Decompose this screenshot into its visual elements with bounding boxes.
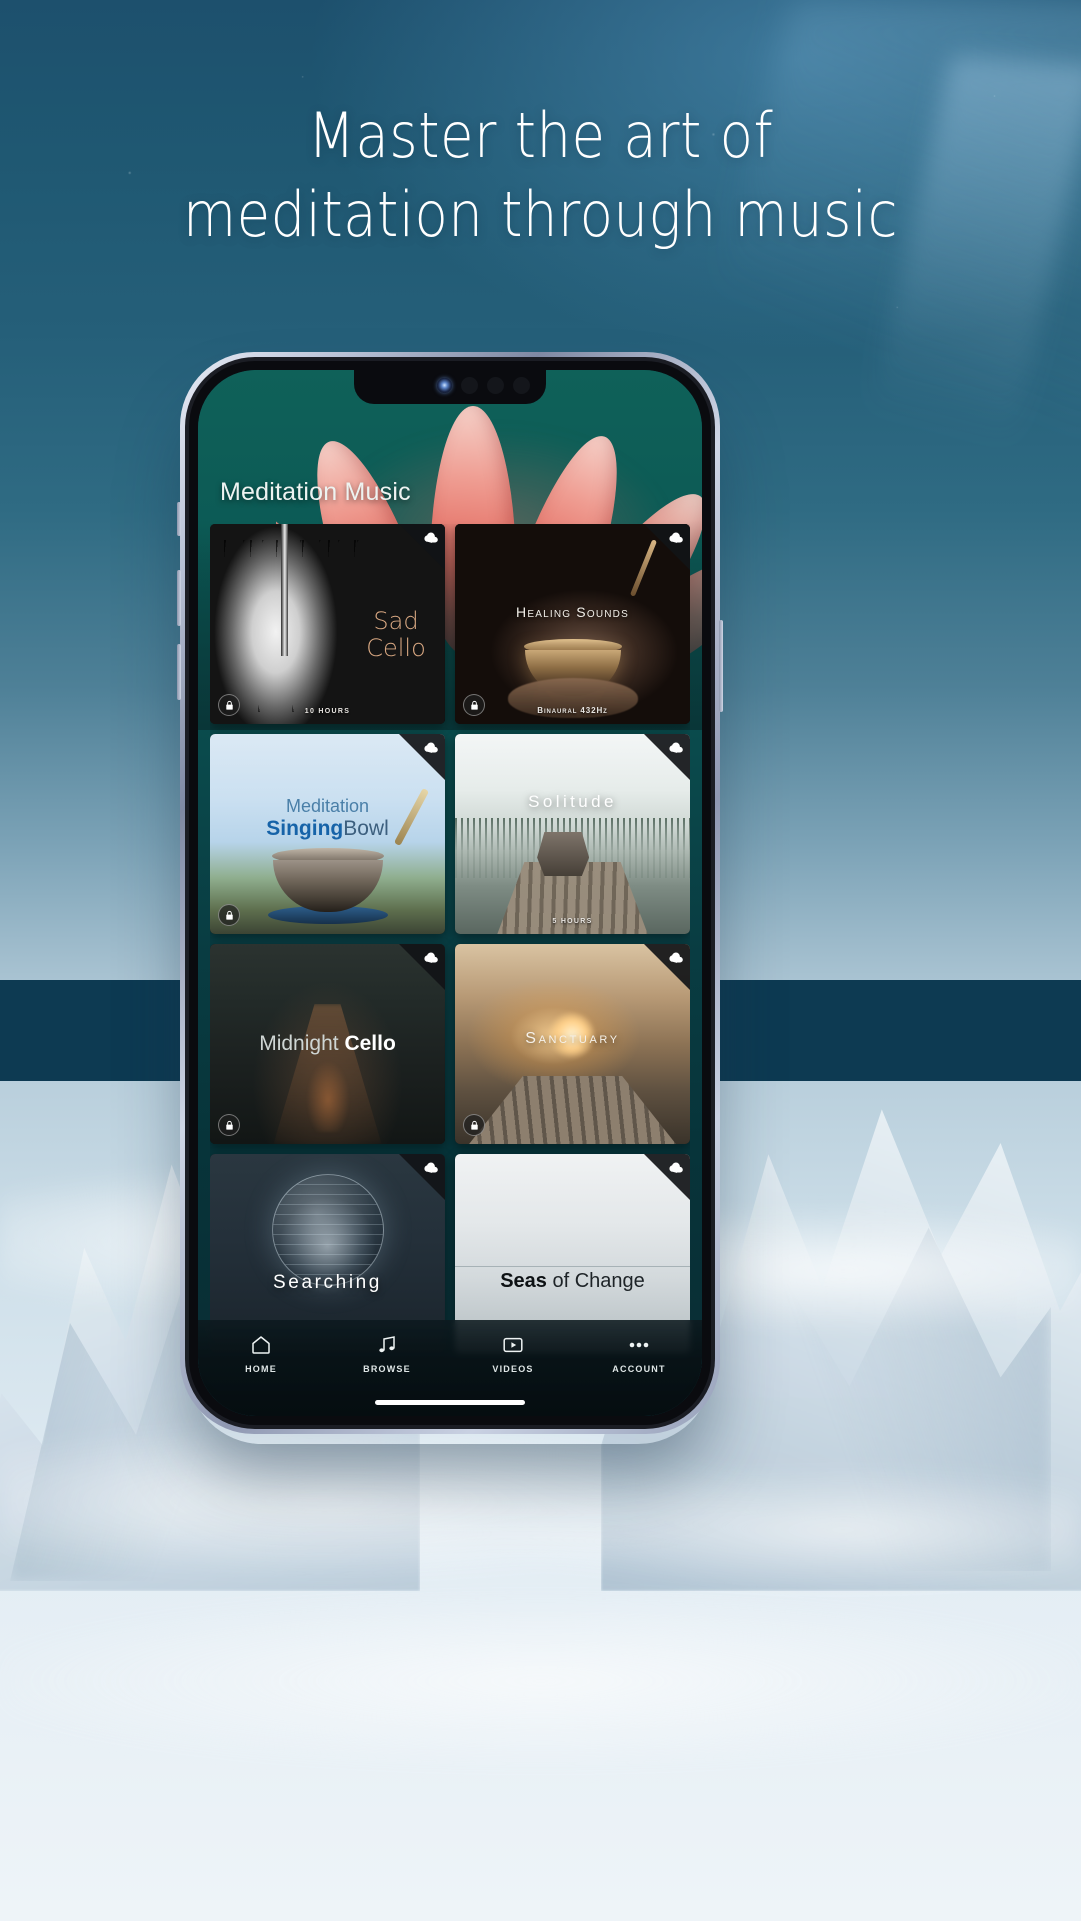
- nav-item-account[interactable]: ACCOUNT: [589, 1333, 689, 1374]
- nav-item-browse[interactable]: BROWSE: [337, 1333, 437, 1374]
- branch-texture: [224, 540, 361, 712]
- album-meta: 5 HOURS: [552, 918, 593, 925]
- more-icon: [629, 1342, 649, 1348]
- album-title-rest: of Change: [546, 1270, 645, 1292]
- mute-switch[interactable]: [177, 502, 181, 536]
- sphere-graphic: [271, 1174, 384, 1286]
- front-camera-icon: [437, 377, 452, 393]
- video-icon: [503, 1337, 523, 1353]
- album-card-midnight-cello[interactable]: Midnight Cello: [210, 944, 445, 1144]
- album-card-sanctuary[interactable]: Sanctuary: [455, 944, 690, 1144]
- app-content: Meditation Music Sad Cello 10 HOURS Heal…: [198, 370, 702, 1416]
- download-cloud-icon: [424, 742, 438, 753]
- download-cloud-icon: [669, 742, 683, 753]
- album-title: Solitude: [528, 792, 617, 811]
- download-button[interactable]: [399, 524, 445, 570]
- album-title: Sanctuary: [525, 1030, 620, 1047]
- album-title: Meditation SingingBowl: [210, 796, 445, 841]
- album-title-emphasis: Seas: [500, 1270, 547, 1292]
- phone-screen: Meditation Music Sad Cello 10 HOURS Heal…: [198, 370, 702, 1416]
- promo-headline: Master the art of meditation through mus…: [65, 96, 1016, 255]
- nav-label-home: HOME: [245, 1364, 277, 1374]
- music-note-icon: [379, 1336, 395, 1353]
- download-cloud-icon: [669, 532, 683, 543]
- nav-label-browse: BROWSE: [363, 1364, 411, 1374]
- album-title-rest: Bowl: [343, 817, 389, 840]
- phone-mockup: Meditation Music Sad Cello 10 HOURS Heal…: [177, 352, 723, 1434]
- album-card-healing-sounds[interactable]: Healing Sounds Binaural 432Hz: [455, 524, 690, 724]
- download-button[interactable]: [644, 944, 690, 990]
- album-card-solitude[interactable]: Solitude 5 HOURS: [455, 734, 690, 934]
- headline-line-1: Master the art of: [307, 99, 774, 172]
- album-title: Sad Cello: [353, 608, 439, 662]
- download-button[interactable]: [644, 734, 690, 780]
- home-icon: [252, 1336, 270, 1354]
- album-title-emphasis: Singing: [266, 817, 344, 840]
- adirondack-chair: [537, 832, 590, 876]
- album-meta: 10 HOURS: [304, 708, 351, 715]
- horizon-line: [455, 1266, 690, 1267]
- album-title-emphasis: Cello: [344, 1032, 396, 1055]
- album-title: Searching: [273, 1272, 382, 1293]
- album-card-meditation-singing-bowl[interactable]: Meditation SingingBowl: [210, 734, 445, 934]
- album-title-line-1: Sad: [373, 607, 419, 635]
- sphere-lines: [272, 1175, 383, 1285]
- download-cloud-icon: [424, 532, 438, 543]
- locked-badge: [218, 904, 240, 926]
- page-title: Meditation Music: [220, 478, 411, 506]
- home-indicator[interactable]: [375, 1400, 525, 1405]
- album-title-line-1: Meditation: [285, 796, 370, 816]
- album-title: Healing Sounds: [516, 604, 629, 620]
- nav-item-videos[interactable]: VIDEOS: [463, 1333, 563, 1374]
- lock-icon: [225, 1120, 233, 1130]
- headline-line-2: meditation through music: [183, 178, 898, 252]
- album-card-sad-cello[interactable]: Sad Cello 10 HOURS: [210, 524, 445, 724]
- volume-down-button[interactable]: [177, 644, 181, 700]
- mist-band-lower: [0, 1561, 1081, 1801]
- nav-label-videos: VIDEOS: [492, 1364, 534, 1374]
- album-title: Seas of Change: [455, 1270, 690, 1293]
- album-title: Midnight Cello: [210, 1032, 445, 1056]
- album-grid: Sad Cello 10 HOURS Healing Sounds Binaur…: [210, 524, 690, 1354]
- cello-neck: [280, 524, 288, 656]
- dock: [469, 1076, 676, 1144]
- album-title-line-2: SingingBowl: [210, 817, 445, 841]
- download-button[interactable]: [399, 734, 445, 780]
- sensor-dot: [487, 376, 504, 394]
- locked-badge: [463, 1114, 485, 1136]
- download-cloud-icon: [424, 1162, 438, 1173]
- download-button[interactable]: [399, 944, 445, 990]
- sensor-dot: [461, 376, 478, 394]
- download-button[interactable]: [644, 524, 690, 570]
- sensor-dot: [513, 376, 530, 394]
- lock-icon: [470, 1120, 478, 1130]
- download-cloud-icon: [424, 952, 438, 963]
- phone-frame: Meditation Music Sad Cello 10 HOURS Heal…: [177, 352, 723, 1434]
- nav-label-account: ACCOUNT: [612, 1364, 666, 1374]
- phone-notch: [354, 370, 546, 404]
- download-cloud-icon: [669, 1162, 683, 1173]
- download-button[interactable]: [399, 1154, 445, 1200]
- lock-icon: [225, 910, 233, 920]
- album-title-line-2: Cello: [366, 633, 426, 662]
- album-title-light: Midnight: [259, 1032, 345, 1055]
- singing-bowl: [272, 860, 383, 912]
- nav-item-home[interactable]: HOME: [211, 1333, 311, 1374]
- download-button[interactable]: [644, 1154, 690, 1200]
- volume-up-button[interactable]: [177, 570, 181, 626]
- download-cloud-icon: [669, 952, 683, 963]
- power-button[interactable]: [719, 620, 723, 712]
- album-meta: Binaural 432Hz: [537, 706, 608, 715]
- locked-badge: [218, 1114, 240, 1136]
